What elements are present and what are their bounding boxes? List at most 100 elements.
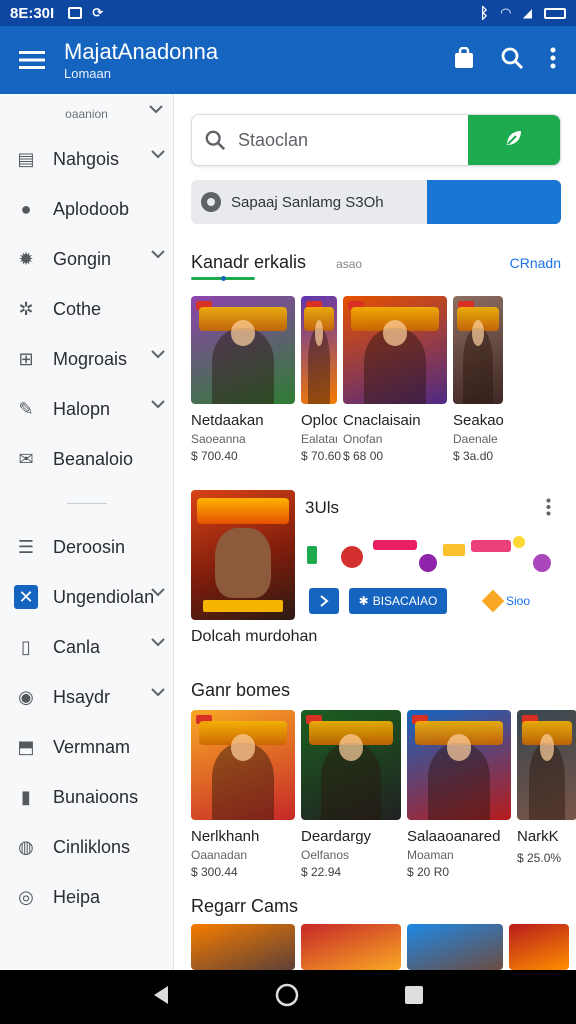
sidebar-item-11[interactable]: ⬒ Vermnam bbox=[0, 722, 173, 772]
game-name: Nerlkhanh bbox=[191, 828, 260, 845]
sidebar-item-label: Heipa bbox=[53, 886, 101, 907]
puzzle-icon: ✱ bbox=[358, 594, 369, 608]
sidebar-item-12[interactable]: ▮ Bunaioons bbox=[0, 772, 173, 822]
game-price: $ 700.40 bbox=[191, 449, 238, 463]
recents-icon[interactable] bbox=[404, 985, 424, 1010]
home-icon[interactable] bbox=[275, 983, 299, 1012]
sidebar-item-4[interactable]: ⊞ Mogroais bbox=[0, 334, 173, 384]
game-developer: Ealatan bbox=[301, 432, 337, 446]
nav-drawer: oaanion ▤ Nahgois ● Aplodoob ✹ Gongin ✲ Cothe ⊞ M… bbox=[0, 94, 174, 970]
search-icon[interactable] bbox=[500, 46, 524, 75]
promo-banner[interactable]: Sapaaj Sanlamg S3Oh bbox=[191, 180, 561, 224]
featured-side-label: Sioo bbox=[506, 594, 531, 608]
game-card[interactable]: Netdaakan Saoeanna $ 700.40 bbox=[191, 296, 295, 463]
game-cover-art bbox=[453, 296, 503, 404]
game-card[interactable]: Deardargy Oelfanos $ 22.94 bbox=[301, 710, 401, 879]
game-row-2: Nerlkhanh Oaanadan $ 300.44 Deardargy Oelfan… bbox=[191, 710, 576, 879]
game-developer: Onofan bbox=[343, 432, 383, 446]
sidebar-item-5[interactable]: ✎ Halopn bbox=[0, 384, 173, 434]
game-row-1: Netdaakan Saoeanna $ 700.40 Oplodakain Ealat… bbox=[191, 296, 503, 463]
promo-action-bar[interactable] bbox=[427, 180, 561, 224]
game-developer: Saoeanna bbox=[191, 432, 246, 446]
sidebar-item-2[interactable]: ✹ Gongin bbox=[0, 234, 173, 284]
chevron-down-icon[interactable] bbox=[151, 587, 165, 597]
sidebar-item-label: Gongin bbox=[53, 248, 112, 269]
leaf-icon bbox=[504, 128, 524, 153]
game-name: Oplodakain bbox=[301, 412, 337, 429]
featured-card[interactable]: 3Uls ✱ BISACAIAO Sioo Dolcah murdohan bbox=[191, 490, 561, 660]
sync-icon: ⟳ bbox=[92, 5, 104, 20]
sidebar-item-6[interactable]: ✉ Beanaloio bbox=[0, 434, 173, 484]
game-card[interactable]: Oplodakain Ealatan $ 70.60 bbox=[301, 296, 342, 463]
chevron-down-icon[interactable] bbox=[151, 687, 165, 697]
sidebar-item-0[interactable]: ▤ Nahgois bbox=[0, 134, 173, 184]
sidebar-item-label: Halopn bbox=[53, 398, 111, 419]
chat-icon: ◍ bbox=[18, 836, 34, 857]
sidebar-item-3[interactable]: ✲ Cothe bbox=[0, 284, 173, 334]
puzzle-icon: ✲ bbox=[18, 298, 34, 319]
sidebar-item-label: Bunaioons bbox=[53, 786, 139, 807]
game-card[interactable]: Nerlkhanh Oaanadan $ 300.44 bbox=[191, 710, 295, 879]
game-cover-art bbox=[343, 296, 447, 404]
section-header: Regarr Cams bbox=[191, 896, 561, 917]
sidebar-item-8[interactable]: ✕ Ungendiolan bbox=[0, 572, 173, 622]
game-cover-art[interactable] bbox=[509, 924, 569, 970]
featured-action-button[interactable]: ✱ BISACAIAO bbox=[349, 588, 447, 614]
see-more-link[interactable]: CRnadn bbox=[510, 255, 561, 271]
sidebar-item-label: Mogroais bbox=[53, 348, 128, 369]
game-price: $ 70.60 bbox=[301, 449, 342, 463]
doc-icon: ▯ bbox=[21, 636, 31, 657]
game-cover-art bbox=[301, 296, 337, 404]
sidebar-item-label: Nahgois bbox=[53, 148, 120, 169]
section-title: Kanadr erkalis bbox=[191, 252, 307, 272]
chevron-down-icon[interactable] bbox=[151, 399, 165, 409]
search-bar[interactable]: Staoclan bbox=[191, 114, 561, 166]
sidebar-item-1[interactable]: ● Aplodoob bbox=[0, 184, 173, 234]
account-icon: ● bbox=[20, 198, 32, 219]
search-input[interactable]: Staoclan bbox=[238, 130, 468, 151]
game-cover-art bbox=[517, 710, 576, 820]
sidebar-item-7[interactable]: ☰ Deroosin bbox=[0, 522, 173, 572]
game-card[interactable]: Cnaclaisain Onofan $ 68 00 bbox=[343, 296, 447, 463]
wifi-icon: ◠ bbox=[500, 5, 511, 20]
chevron-down-icon[interactable] bbox=[151, 149, 165, 159]
sidebar-item-9[interactable]: ▯ Canla bbox=[0, 622, 173, 672]
featured-caption: Dolcah murdohan bbox=[191, 628, 318, 645]
sidebar-item-10[interactable]: ◉ Hsaydr bbox=[0, 672, 173, 722]
chevron-down-icon[interactable] bbox=[151, 249, 165, 259]
game-card[interactable]: Salaaoanared Moaman $ 20 R0 bbox=[407, 710, 511, 879]
signal-icon: ◢ bbox=[522, 6, 532, 20]
sidebar-item-label: Deroosin bbox=[53, 536, 126, 557]
game-name: Netdaakan bbox=[191, 412, 264, 429]
game-card[interactable]: Seakao Daenale $ 3a.d0 bbox=[453, 296, 503, 463]
back-icon[interactable] bbox=[152, 985, 170, 1010]
sidebar-item-13[interactable]: ◍ Cinliklons bbox=[0, 822, 173, 872]
help-icon: ◎ bbox=[18, 886, 34, 907]
game-cover-art[interactable] bbox=[301, 924, 401, 970]
game-name: Cnaclaisain bbox=[343, 412, 421, 429]
game-name: NarkK bbox=[517, 828, 559, 845]
game-cover-art bbox=[191, 296, 295, 404]
list-icon: ☰ bbox=[17, 536, 35, 557]
menu-icon[interactable] bbox=[0, 26, 64, 94]
chevron-down-icon[interactable] bbox=[151, 637, 165, 647]
app-title: MajatAnadonna bbox=[64, 39, 219, 64]
more-vert-icon[interactable] bbox=[546, 498, 551, 521]
sidebar-item-14[interactable]: ◎ Heipa bbox=[0, 872, 173, 922]
section-title: Regarr Cams bbox=[191, 896, 299, 916]
chevron-down-icon[interactable] bbox=[149, 104, 163, 114]
game-card[interactable]: NarkK $ 25.0% bbox=[517, 710, 576, 879]
game-cover-art[interactable] bbox=[191, 924, 295, 970]
bluetooth-icon: ᛒ bbox=[479, 4, 489, 22]
promo-icon bbox=[191, 191, 231, 213]
chevron-down-icon[interactable] bbox=[151, 349, 165, 359]
game-name: Salaaoanared bbox=[407, 828, 501, 845]
app-subtitle: Lomaan bbox=[64, 66, 111, 81]
search-go-button[interactable] bbox=[468, 115, 560, 165]
play-button[interactable] bbox=[309, 588, 339, 614]
featured-side-link[interactable]: Sioo bbox=[481, 589, 531, 613]
more-vert-icon[interactable] bbox=[550, 47, 556, 74]
bag-icon[interactable] bbox=[454, 46, 474, 74]
game-cover-art[interactable] bbox=[407, 924, 503, 970]
game-cover-art bbox=[407, 710, 511, 820]
